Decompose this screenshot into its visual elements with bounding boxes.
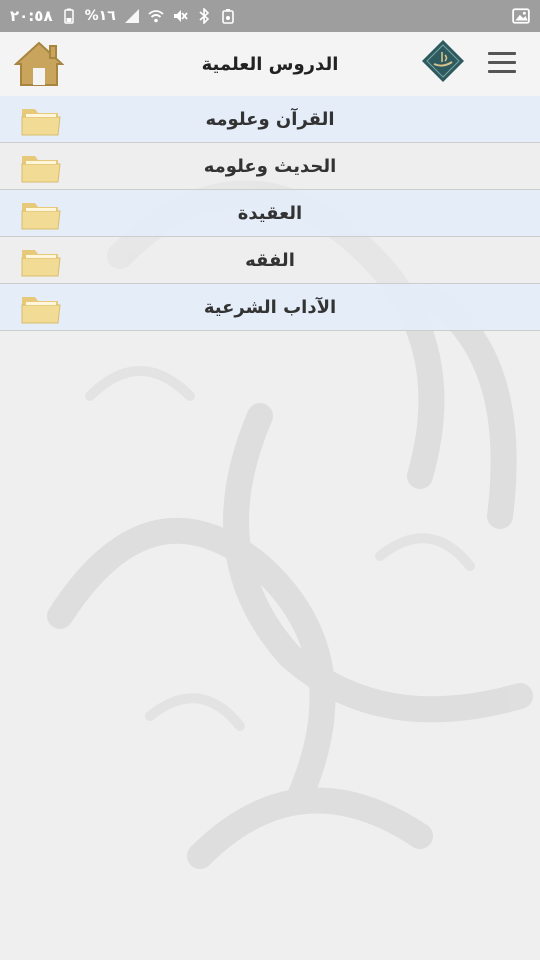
page-title: الدروس العلمية (201, 53, 339, 75)
home-icon[interactable] (14, 40, 64, 88)
list-item[interactable]: العقيدة (0, 190, 540, 237)
logo-icon (422, 40, 464, 82)
status-time: ٢٠:٥٨ (10, 7, 53, 25)
wifi-icon (148, 10, 164, 23)
list-item-label: القرآن وعلومه (205, 108, 335, 130)
folder-icon (21, 109, 61, 136)
menu-icon-bar (488, 61, 516, 64)
list-item[interactable]: الحديث وعلومه (0, 143, 540, 190)
folder-icon (21, 250, 61, 277)
list-item-label: الحديث وعلومه (203, 155, 337, 177)
signal-icon (124, 9, 139, 23)
list-item-label: العقيدة (237, 202, 303, 224)
folder-icon (21, 297, 61, 324)
list-item-label: الفقه (245, 249, 295, 271)
menu-button[interactable] (488, 52, 516, 76)
gallery-icon (512, 8, 530, 24)
folder-icon (21, 156, 61, 183)
folder-icon (21, 203, 61, 230)
status-bar: ٢٠:٥٨ %١٦ (0, 0, 540, 32)
battery-percent: %١٦ (84, 8, 116, 24)
battery-icon (63, 8, 74, 24)
mute-icon (173, 10, 188, 22)
menu-icon-bar (488, 70, 516, 73)
status-left-group: ٢٠:٥٨ %١٦ (10, 7, 236, 25)
lesson-list: القرآن وعلومه الحديث وعلومه العقيدة الفق… (0, 96, 540, 331)
list-item[interactable]: القرآن وعلومه (0, 96, 540, 143)
bluetooth-icon (199, 8, 209, 24)
menu-icon-bar (488, 52, 516, 55)
alarm-icon (221, 9, 234, 24)
list-item[interactable]: الآداب الشرعية (0, 284, 540, 331)
list-item-label: الآداب الشرعية (203, 296, 337, 318)
list-item[interactable]: الفقه (0, 237, 540, 284)
app-header: الدروس العلمية (0, 32, 540, 96)
